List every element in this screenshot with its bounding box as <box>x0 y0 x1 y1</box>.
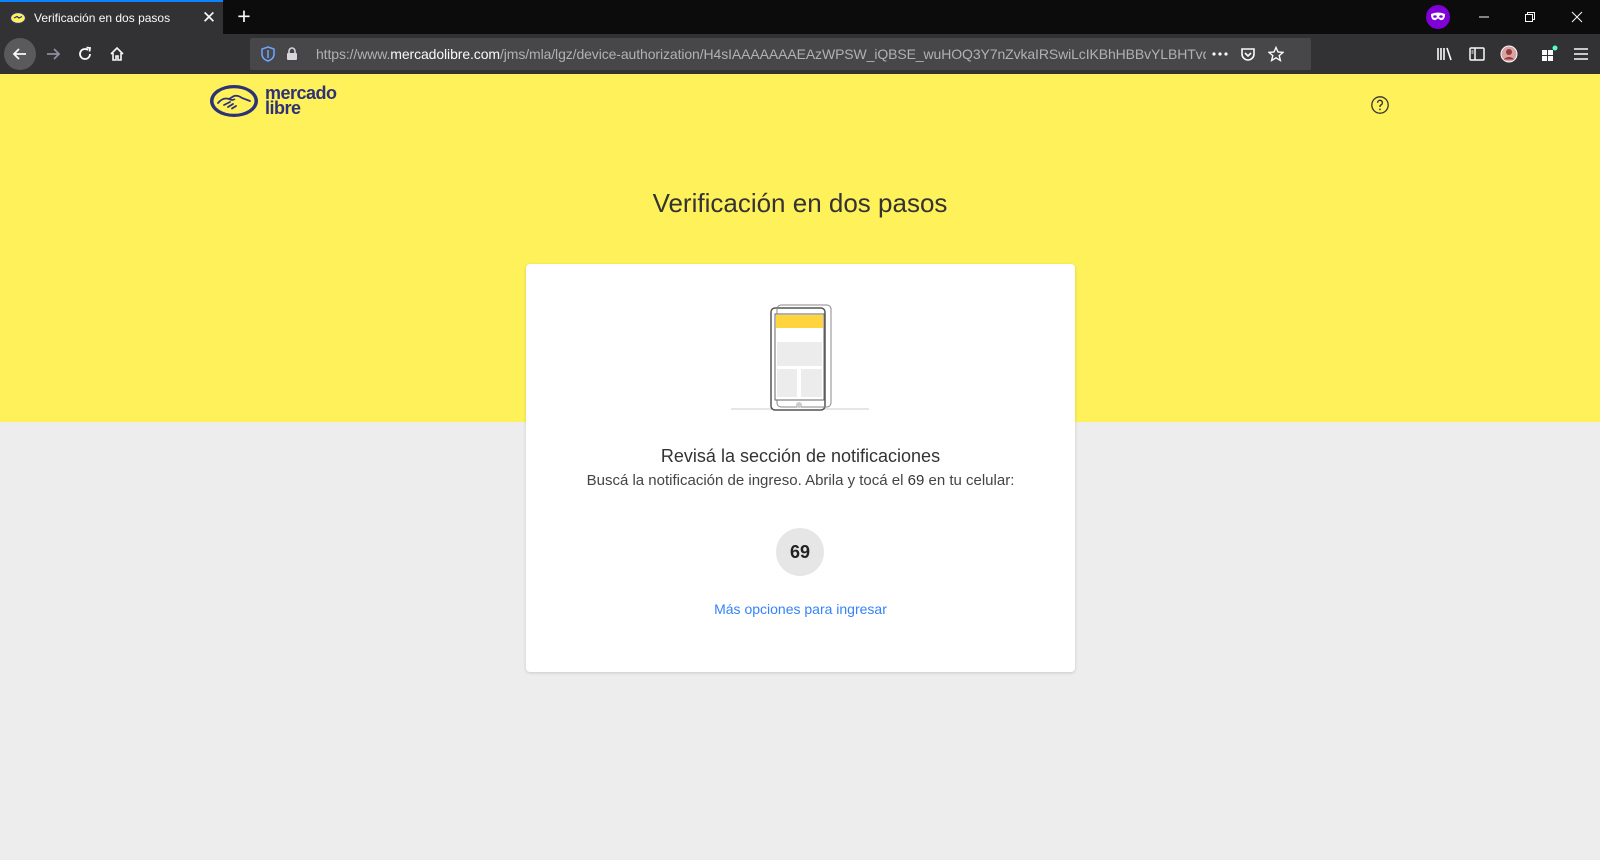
minimize-icon[interactable] <box>1461 0 1507 34</box>
handshake-logo-icon <box>210 85 258 117</box>
url-scheme: https://www. <box>316 46 391 62</box>
help-icon[interactable] <box>1370 95 1390 115</box>
private-browsing-icon <box>1426 5 1450 29</box>
notification-instructions: Buscá la notificación de ingreso. Abrila… <box>526 472 1075 489</box>
mercadolibre-favicon <box>9 10 27 26</box>
tab-strip: Verificación en dos pasos ✕ + <box>0 0 1600 34</box>
reload-icon[interactable] <box>69 38 101 70</box>
window-close-icon[interactable] <box>1554 0 1600 34</box>
instructions-text-end: en tu celular: <box>924 472 1015 489</box>
home-icon[interactable] <box>101 38 133 70</box>
url-host: mercadolibre.com <box>390 46 500 62</box>
menu-icon[interactable] <box>1565 38 1597 70</box>
verification-card: Revisá la sección de notificaciones Busc… <box>526 264 1075 672</box>
logo-line-2: libre <box>265 98 301 118</box>
active-tab[interactable]: Verificación en dos pasos ✕ <box>0 0 223 34</box>
logo-wordmark: mercado libre <box>265 84 337 118</box>
more-options-link[interactable]: Más opciones para ingresar <box>526 601 1075 617</box>
plus-icon[interactable]: + <box>229 0 259 34</box>
url-path: /jms/mla/lgz/device-authorization/H4sIAA… <box>499 46 1206 62</box>
url-bar[interactable]: https://www.mercadolibre.com/jms/mla/lgz… <box>250 38 1311 70</box>
url-text[interactable]: https://www.mercadolibre.com/jms/mla/lgz… <box>316 46 1206 62</box>
phone-illustration <box>729 304 871 412</box>
instructions-number: 69 <box>907 472 925 489</box>
account-icon[interactable] <box>1493 38 1525 70</box>
library-icon[interactable] <box>1429 38 1461 70</box>
restore-icon[interactable] <box>1507 0 1553 34</box>
page-title: Verificación en dos pasos <box>652 188 948 218</box>
tab-title: Verificación en dos pasos <box>34 11 171 25</box>
verification-code-badge: 69 <box>776 528 824 576</box>
forward-icon[interactable] <box>37 38 69 70</box>
notification-heading: Revisá la sección de notificaciones <box>660 446 941 466</box>
close-icon[interactable]: ✕ <box>195 1 223 35</box>
sidebar-icon[interactable] <box>1461 38 1493 70</box>
more-icon[interactable] <box>1206 38 1234 70</box>
instructions-text-start: Buscá la notificación de ingreso. Abrila… <box>586 472 908 489</box>
extensions-icon[interactable] <box>1533 38 1565 70</box>
page-content: mercado libre Verificación en dos pasos … <box>0 74 1600 860</box>
lock-icon[interactable] <box>282 38 302 70</box>
back-icon[interactable] <box>4 38 36 70</box>
navigation-toolbar: https://www.mercadolibre.com/jms/mla/lgz… <box>0 34 1600 74</box>
star-icon[interactable] <box>1262 38 1290 70</box>
tracking-shield-icon[interactable] <box>256 38 280 70</box>
mercadolibre-logo[interactable]: mercado libre <box>209 83 349 119</box>
pocket-icon[interactable] <box>1234 38 1262 70</box>
